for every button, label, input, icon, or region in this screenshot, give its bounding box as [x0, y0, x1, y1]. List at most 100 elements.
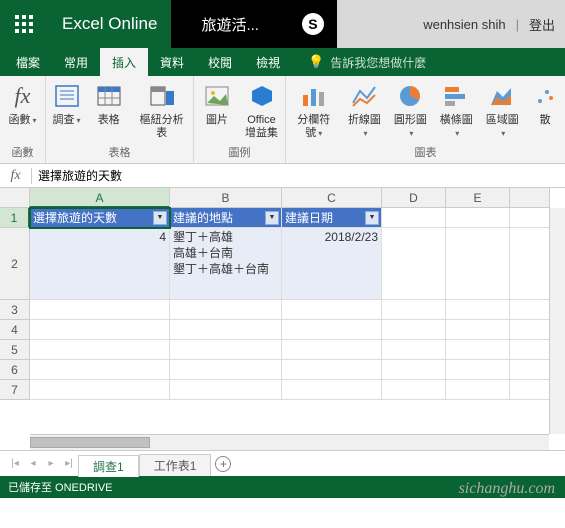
cell[interactable]: [446, 300, 510, 320]
row-header-6[interactable]: 6: [0, 360, 30, 380]
cell[interactable]: [30, 300, 170, 320]
cell[interactable]: [382, 380, 446, 400]
col-header-b[interactable]: B: [170, 188, 282, 208]
cell[interactable]: [510, 360, 550, 380]
table-button[interactable]: 表格: [88, 76, 130, 142]
column-chart-button[interactable]: 分欄符號▾: [286, 76, 341, 142]
cell[interactable]: [170, 300, 282, 320]
cell[interactable]: [170, 380, 282, 400]
cell[interactable]: [282, 340, 382, 360]
cell[interactable]: [382, 340, 446, 360]
cell[interactable]: [170, 360, 282, 380]
area-chart-button[interactable]: 區域圖▾: [479, 76, 525, 142]
col-header-f[interactable]: [510, 188, 550, 208]
row-header-7[interactable]: 7: [0, 380, 30, 400]
tab-file[interactable]: 檔案: [4, 48, 52, 76]
cell-e1[interactable]: [446, 208, 510, 228]
tab-data[interactable]: 資料: [148, 48, 196, 76]
col-header-c[interactable]: C: [282, 188, 382, 208]
sheet-nav-next[interactable]: ▸: [42, 458, 60, 469]
cell-c1[interactable]: 建議日期 ▼: [282, 208, 382, 228]
image-button[interactable]: 圖片: [195, 76, 239, 142]
filter-icon[interactable]: ▼: [265, 211, 279, 225]
user-name[interactable]: wenhsien shih: [423, 17, 505, 32]
cell[interactable]: [510, 320, 550, 340]
cell[interactable]: [446, 320, 510, 340]
scrollbar-thumb[interactable]: [30, 437, 150, 448]
filter-icon[interactable]: ▼: [153, 211, 167, 225]
cell[interactable]: [382, 300, 446, 320]
cell[interactable]: [382, 360, 446, 380]
cell-e2[interactable]: [446, 228, 510, 300]
tell-me-search[interactable]: 💡 告訴我您想做什麼: [292, 48, 426, 76]
addins-button[interactable]: Office 增益集: [239, 76, 284, 142]
sheet-nav-first[interactable]: |◂: [6, 458, 24, 469]
cell[interactable]: [510, 300, 550, 320]
cell[interactable]: [510, 380, 550, 400]
cell[interactable]: [282, 380, 382, 400]
cell-d1[interactable]: [382, 208, 446, 228]
fx-label[interactable]: fx: [0, 168, 32, 184]
scatter-chart-icon: [529, 80, 561, 112]
header-text: 建議日期: [285, 209, 333, 226]
cell-b2[interactable]: 墾丁＋高雄 高雄＋台南 墾丁＋高雄＋台南: [170, 228, 282, 300]
cell[interactable]: [510, 340, 550, 360]
cell[interactable]: [30, 320, 170, 340]
cell[interactable]: [30, 360, 170, 380]
row-header-1[interactable]: 1: [0, 208, 30, 228]
cell[interactable]: [382, 320, 446, 340]
tab-review[interactable]: 校閱: [196, 48, 244, 76]
sheet-tab-sheet1[interactable]: 工作表1: [139, 454, 212, 476]
cell[interactable]: [446, 360, 510, 380]
row-header-4[interactable]: 4: [0, 320, 30, 340]
sheet-tab-survey1[interactable]: 調查1: [78, 455, 139, 477]
cell-a1[interactable]: 選擇旅遊的天數▼: [30, 208, 170, 228]
app-launcher[interactable]: [0, 0, 48, 48]
pivot-button[interactable]: 樞紐分析表: [130, 76, 194, 142]
col-header-a[interactable]: A: [30, 188, 170, 208]
filter-icon[interactable]: ▼: [365, 211, 379, 225]
skype-icon: S: [302, 13, 324, 35]
add-sheet-button[interactable]: +: [211, 452, 235, 476]
cell[interactable]: [446, 340, 510, 360]
cell[interactable]: [170, 340, 282, 360]
sheet-nav-last[interactable]: ▸|: [60, 458, 78, 469]
survey-button[interactable]: 調查▾: [46, 76, 88, 142]
cell-d2[interactable]: [382, 228, 446, 300]
horizontal-scrollbar[interactable]: [30, 434, 549, 450]
vertical-scrollbar[interactable]: [549, 208, 565, 434]
col-header-d[interactable]: D: [382, 188, 446, 208]
formula-input[interactable]: [32, 164, 565, 187]
col-header-e[interactable]: E: [446, 188, 510, 208]
cell-f1[interactable]: [510, 208, 550, 228]
row-header-3[interactable]: 3: [0, 300, 30, 320]
cell-c2[interactable]: 2018/2/23: [282, 228, 382, 300]
cell[interactable]: [282, 360, 382, 380]
cell[interactable]: [282, 320, 382, 340]
cell[interactable]: [446, 380, 510, 400]
cell-b1[interactable]: 建議的地點▼: [170, 208, 282, 228]
cell-a2[interactable]: 4: [30, 228, 170, 300]
sheet-nav-prev[interactable]: ◂: [24, 458, 42, 469]
row-header-5[interactable]: 5: [0, 340, 30, 360]
select-all-corner[interactable]: [0, 188, 30, 208]
cell[interactable]: [170, 320, 282, 340]
tab-insert[interactable]: 插入: [100, 48, 148, 76]
tab-home[interactable]: 常用: [52, 48, 100, 76]
signout-link[interactable]: 登出: [529, 15, 555, 34]
cell[interactable]: [282, 300, 382, 320]
pie-chart-button[interactable]: 圓形圖▾: [387, 76, 433, 142]
scatter-chart-button[interactable]: 散: [525, 76, 565, 142]
document-title[interactable]: 旅遊活...: [171, 0, 289, 48]
skype-button[interactable]: S: [289, 0, 337, 48]
group-label-illustration: 圖例: [194, 142, 285, 163]
line-chart-button[interactable]: 折線圖▾: [341, 76, 387, 142]
cell-f2[interactable]: [510, 228, 550, 300]
cell[interactable]: [30, 340, 170, 360]
table-icon: [93, 80, 125, 112]
bar-chart-button[interactable]: 橫條圖▾: [433, 76, 479, 142]
cell[interactable]: [30, 380, 170, 400]
row-header-2[interactable]: 2: [0, 228, 30, 300]
function-button[interactable]: fx 函數▾: [1, 76, 45, 142]
tab-view[interactable]: 檢視: [244, 48, 292, 76]
